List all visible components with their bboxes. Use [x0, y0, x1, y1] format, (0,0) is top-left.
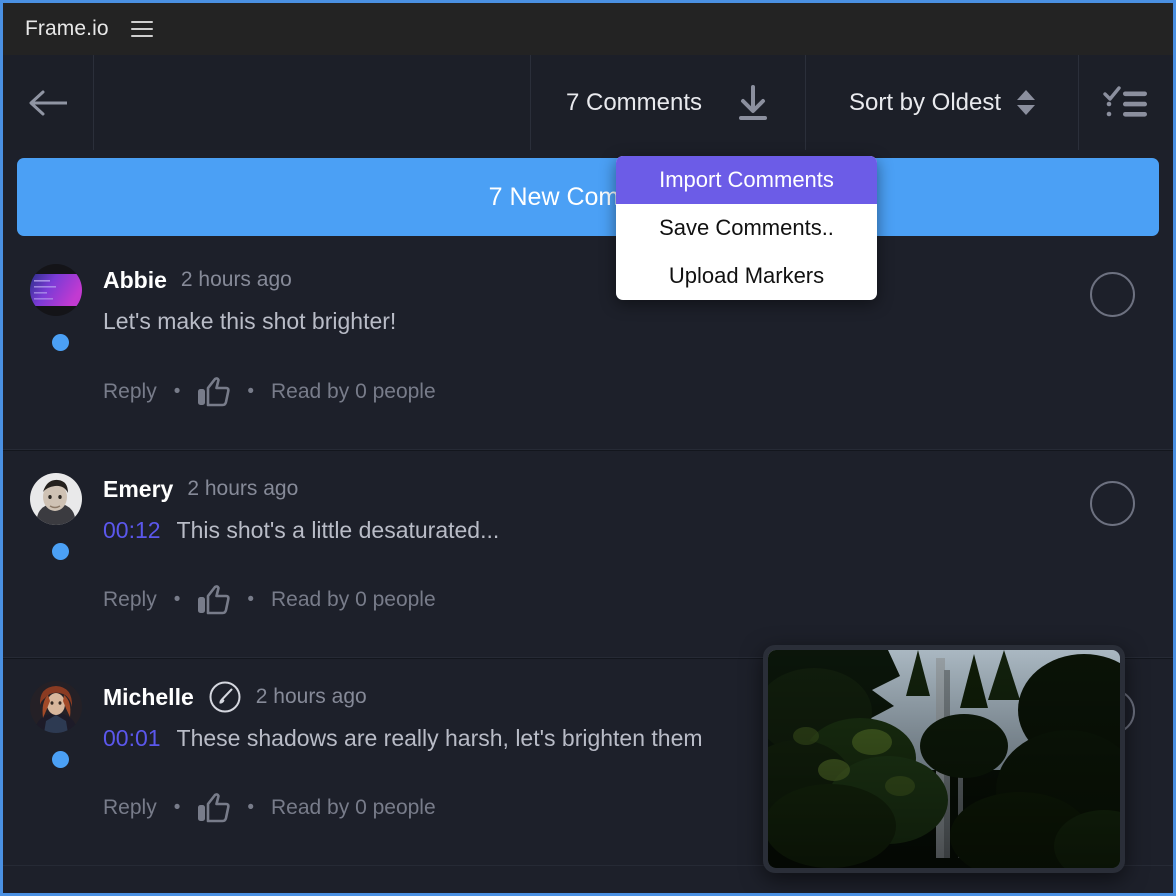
comment-message: Let's make this shot brighter!: [103, 308, 397, 334]
comment-actions: Reply • • Read by 0 people: [103, 585, 436, 615]
comment-author: Emery: [103, 475, 174, 502]
unread-indicator: [52, 334, 69, 351]
comment-count-label: 7 Comments: [565, 88, 703, 116]
forest-preview-thumbnail[interactable]: [763, 645, 1125, 873]
comment-body: Emery 2 hours ago 00:12 This shot's a li…: [103, 473, 1173, 544]
comment-author: Abbie: [103, 266, 167, 293]
thumbs-up-icon[interactable]: [197, 585, 231, 615]
complete-toggle[interactable]: [1090, 481, 1135, 526]
reply-button[interactable]: Reply: [103, 588, 157, 612]
read-by-label: Read by 0 people: [271, 588, 436, 611]
comment-time: 2 hours ago: [187, 477, 299, 500]
new-comments-banner[interactable]: 7 New Comments: [17, 158, 1159, 236]
menu-item-upload-markers[interactable]: Upload Markers: [616, 252, 877, 300]
action-separator: •: [247, 381, 255, 402]
thumbs-up-icon[interactable]: [197, 793, 231, 823]
read-by-label: Read by 0 people: [271, 380, 436, 403]
banner-container: 7 New Comments: [3, 150, 1173, 242]
comments-count-group: 7 Comments: [530, 55, 805, 150]
annotation-brush-icon: [208, 680, 242, 714]
action-separator: •: [173, 589, 181, 610]
unread-indicator: [52, 751, 69, 768]
reply-button[interactable]: Reply: [103, 796, 157, 820]
comment-time: 2 hours ago: [255, 685, 367, 708]
thumbs-up-icon[interactable]: [197, 377, 231, 407]
comment-text: Let's make this shot brighter!: [103, 308, 1173, 335]
complete-toggle[interactable]: [1090, 272, 1135, 317]
comment-text: 00:12 This shot's a little desaturated..…: [103, 517, 1173, 544]
comment-message: These shadows are really harsh, let's br…: [176, 725, 703, 751]
comment-time: 2 hours ago: [180, 268, 292, 291]
checklist-button[interactable]: [1078, 55, 1173, 150]
menu-item-save-comments[interactable]: Save Comments..: [616, 204, 877, 252]
comment-actions: Reply • • Read by 0 people: [103, 377, 436, 407]
unread-indicator: [52, 543, 69, 560]
title-bar: Frame.io: [3, 3, 1173, 55]
avatar[interactable]: [30, 681, 82, 733]
comment-header: Emery 2 hours ago: [103, 473, 1173, 505]
menu-item-import-comments[interactable]: Import Comments: [616, 156, 877, 204]
comment-author: Michelle: [103, 683, 194, 710]
reply-button[interactable]: Reply: [103, 380, 157, 404]
app-title: Frame.io: [25, 17, 109, 40]
read-by-label: Read by 0 people: [271, 796, 436, 819]
comment-row: Emery 2 hours ago 00:12 This shot's a li…: [3, 450, 1173, 658]
comment-timecode[interactable]: 00:01: [103, 725, 161, 751]
avatar[interactable]: [30, 473, 82, 525]
comment-timecode[interactable]: 00:12: [103, 517, 161, 543]
checklist-icon: [1103, 85, 1149, 121]
stepper-up-down-icon[interactable]: [1017, 90, 1036, 115]
comment-row: Abbie 2 hours ago Let's make this shot b…: [3, 242, 1173, 450]
avatar[interactable]: [30, 264, 82, 316]
action-separator: •: [247, 589, 255, 610]
hamburger-icon[interactable]: [130, 21, 153, 37]
chevron-down-icon: [1017, 105, 1036, 115]
app-window: Frame.io 7 Comments Sort by Oldest 7 New…: [0, 0, 1176, 896]
download-icon[interactable]: [736, 83, 770, 123]
toolbar-spacer: [93, 55, 530, 150]
sort-selector[interactable]: Sort by Oldest: [805, 55, 1078, 150]
action-separator: •: [173, 797, 181, 818]
chevron-up-icon: [1017, 90, 1036, 100]
comment-actions: Reply • • Read by 0 people: [103, 793, 436, 823]
comment-message: This shot's a little desaturated...: [176, 517, 500, 543]
back-button[interactable]: [3, 55, 93, 150]
toolbar: 7 Comments Sort by Oldest: [3, 55, 1173, 150]
sort-label: Sort by Oldest: [848, 88, 1002, 116]
action-separator: •: [247, 797, 255, 818]
back-arrow-icon: [27, 88, 69, 118]
action-separator: •: [173, 381, 181, 402]
import-export-dropdown-menu: Import Comments Save Comments.. Upload M…: [616, 156, 877, 300]
